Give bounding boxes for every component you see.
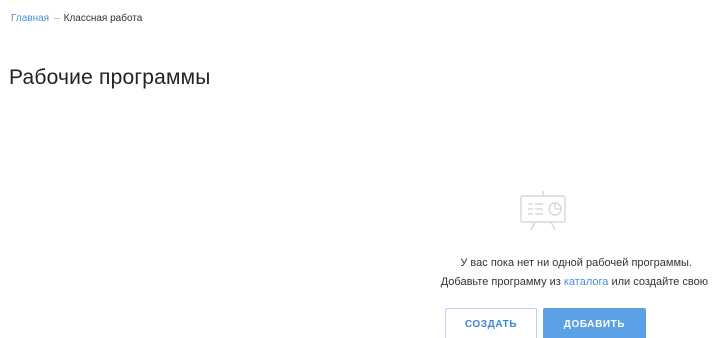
page-title: Рабочие программы: [9, 66, 211, 89]
breadcrumb-current: Классная работа: [63, 13, 143, 24]
breadcrumb-separator: –: [54, 13, 60, 24]
empty-state-hint: Добавьте программу из каталога или созда…: [441, 275, 708, 289]
add-button[interactable]: ДОБАВИТЬ: [543, 308, 646, 338]
page: Главная – Классная работа Рабочие программ…: [0, 0, 712, 338]
create-button[interactable]: СОЗДАТЬ: [445, 308, 537, 338]
breadcrumb-home-link[interactable]: Главная: [11, 13, 49, 24]
breadcrumb: Главная – Классная работа: [11, 12, 142, 26]
empty-state-hint-suffix: или создайте свою: [611, 276, 708, 288]
empty-state-hint-prefix: Добавьте программу из: [440, 276, 561, 288]
presentation-board-icon: [520, 191, 566, 231]
empty-state-message: У вас пока нет ни одной рабочей программ…: [460, 257, 692, 269]
catalog-link[interactable]: каталога: [564, 276, 609, 288]
